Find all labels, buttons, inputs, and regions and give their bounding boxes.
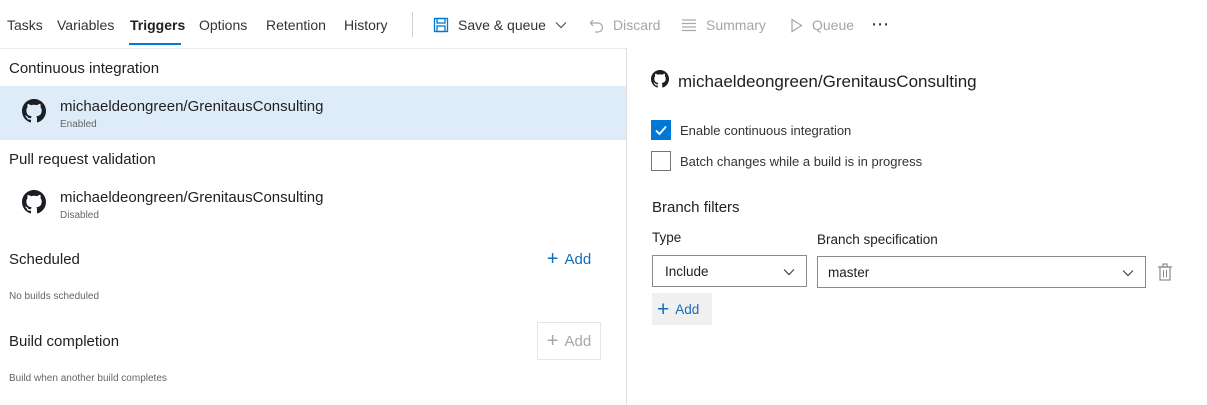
scheduled-section-title: Scheduled <box>9 251 80 268</box>
plus-icon: + <box>657 297 670 321</box>
list-icon <box>682 19 696 32</box>
enable-ci-checkbox-row[interactable]: Enable continuous integration <box>651 120 851 140</box>
tab-tasks[interactable]: Tasks <box>7 17 43 33</box>
github-icon <box>22 99 46 123</box>
batch-changes-checkbox[interactable] <box>651 151 671 171</box>
ci-section-title: Continuous integration <box>9 60 160 77</box>
add-schedule-button[interactable]: + Add <box>537 240 601 278</box>
summary-label: Summary <box>706 17 766 33</box>
branch-spec-combobox[interactable]: master <box>817 256 1146 288</box>
branch-spec-column-label: Branch specification <box>817 232 938 247</box>
add-branch-filter-label: Add <box>675 301 700 317</box>
filter-type-dropdown[interactable]: Include <box>652 255 807 287</box>
branch-filters-heading: Branch filters <box>652 199 740 216</box>
add-schedule-label: Add <box>564 250 592 268</box>
checkmark-icon <box>655 125 667 136</box>
detail-repo-title: michaeldeongreen/GrenitausConsulting <box>678 72 977 91</box>
save-queue-label: Save & queue <box>458 17 546 33</box>
enable-ci-checkbox[interactable] <box>651 120 671 140</box>
ci-trigger-row[interactable]: michaeldeongreen/GrenitausConsulting Ena… <box>0 86 626 140</box>
delete-filter-icon[interactable] <box>1157 263 1173 281</box>
add-branch-filter-button[interactable]: + Add <box>652 293 712 325</box>
tab-options[interactable]: Options <box>199 17 247 33</box>
type-column-label: Type <box>652 230 682 245</box>
batch-changes-checkbox-row[interactable]: Batch changes while a build is in progre… <box>651 151 922 171</box>
ci-status: Enabled <box>60 119 97 130</box>
pr-status: Disabled <box>60 210 99 221</box>
batch-changes-label: Batch changes while a build is in progre… <box>680 153 923 169</box>
queue-button[interactable]: Queue <box>790 16 854 34</box>
add-build-completion-button[interactable]: + Add <box>537 322 601 360</box>
add-build-completion-label: Add <box>564 332 592 350</box>
pr-repo-name: michaeldeongreen/GrenitausConsulting <box>60 189 324 206</box>
chevron-down-icon <box>783 269 795 276</box>
chevron-down-icon <box>1122 270 1134 277</box>
tab-retention[interactable]: Retention <box>266 17 326 33</box>
tab-history[interactable]: History <box>344 17 388 33</box>
plus-icon: + <box>546 330 559 352</box>
branch-spec-value: master <box>828 264 870 280</box>
tab-triggers[interactable]: Triggers <box>130 17 185 33</box>
pr-section-title: Pull request validation <box>9 151 156 168</box>
pipeline-toolbar: Tasks Variables Triggers Options Retenti… <box>0 0 1207 48</box>
more-actions-icon[interactable]: ⋯ <box>871 14 890 35</box>
summary-button[interactable]: Summary <box>681 16 766 34</box>
tab-variables[interactable]: Variables <box>57 17 114 33</box>
discard-label: Discard <box>613 17 661 33</box>
scheduled-note: No builds scheduled <box>9 291 100 302</box>
github-icon <box>651 70 669 88</box>
save-queue-button[interactable]: Save & queue <box>433 16 568 34</box>
active-tab-indicator <box>129 43 181 45</box>
play-icon <box>791 17 803 33</box>
build-completion-note: Build when another build completes <box>9 373 167 384</box>
toolbar-separator <box>412 12 413 37</box>
ci-repo-name: michaeldeongreen/GrenitausConsulting <box>60 98 324 115</box>
toolbar-divider <box>0 48 626 49</box>
discard-button[interactable]: Discard <box>589 16 660 34</box>
panel-divider <box>626 48 627 405</box>
build-completion-section-title: Build completion <box>9 333 120 350</box>
pr-trigger-row[interactable]: michaeldeongreen/GrenitausConsulting Dis… <box>0 177 626 231</box>
undo-icon <box>589 19 604 33</box>
enable-ci-label: Enable continuous integration <box>680 122 852 138</box>
chevron-down-icon <box>555 22 567 29</box>
save-icon <box>433 17 449 33</box>
plus-icon: + <box>546 248 559 270</box>
github-icon <box>22 190 46 214</box>
filter-type-value: Include <box>665 263 709 279</box>
queue-label: Queue <box>812 17 855 33</box>
